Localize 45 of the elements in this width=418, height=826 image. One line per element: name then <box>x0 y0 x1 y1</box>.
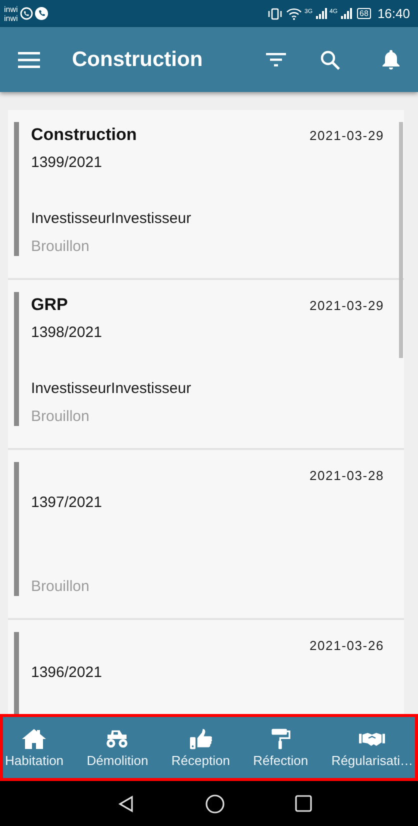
screen-title: Construction <box>72 48 204 72</box>
home-icon[interactable] <box>204 794 224 814</box>
record-card[interactable]: 2021-03-26 1396/2021 <box>8 620 404 714</box>
search-icon <box>320 50 340 70</box>
record-date: 2021-03-29 <box>310 298 384 312</box>
record-date: 2021-03-29 <box>310 128 384 142</box>
chat-icon <box>20 7 33 20</box>
thumbs-up-icon <box>188 728 214 750</box>
record-status: Brouillon <box>31 578 90 594</box>
bell-icon <box>382 49 400 70</box>
nav-tab[interactable]: Régularisati… <box>331 728 413 768</box>
record-status: Brouillon <box>31 238 90 254</box>
record-number: 1396/2021 <box>31 664 102 680</box>
battery-level: 68 <box>356 8 372 19</box>
menu-icon <box>18 52 40 68</box>
record-title: GRP <box>31 295 68 315</box>
record-number: 1399/2021 <box>31 154 102 170</box>
house-icon <box>21 728 48 750</box>
nav-tab[interactable]: Démolition <box>86 728 148 768</box>
phone-icon <box>34 7 48 20</box>
record-title: Construction <box>31 125 137 145</box>
record-status: Brouillon <box>31 408 90 424</box>
record-date: 2021-03-26 <box>310 638 384 652</box>
carrier-name: inwi <box>4 14 18 22</box>
filter-icon <box>266 52 286 66</box>
record-number: 1398/2021 <box>31 324 102 340</box>
record-date: 2021-03-28 <box>310 468 384 482</box>
nav-tab[interactable]: Réception <box>171 728 230 768</box>
clock: 16:40 <box>377 6 410 21</box>
wifi-icon <box>286 8 302 20</box>
record-investor: InvestisseurInvestisseur <box>31 380 192 396</box>
back-icon[interactable] <box>116 794 134 812</box>
nav-tab[interactable]: Habitation <box>5 728 64 768</box>
vibrate-icon <box>266 8 283 20</box>
truck-icon <box>104 728 130 750</box>
record-card[interactable]: 2021-03-28 1397/2021 Brouillon <box>8 450 404 620</box>
signal-icon <box>340 8 352 19</box>
carrier-name: inwi <box>4 4 18 14</box>
recents-icon[interactable] <box>294 795 312 812</box>
record-card[interactable]: Construction 2021-03-29 1399/2021 InvestisseurInvestisseur Brouillon <box>8 110 404 280</box>
record-number: 1397/2021 <box>31 494 102 510</box>
record-card[interactable]: GRP 2021-03-29 1398/2021 InvestisseurInvestisseur Brouillon <box>8 280 404 450</box>
record-investor: InvestisseurInvestisseur <box>31 210 192 226</box>
nav-tab[interactable]: Réfection <box>253 728 308 768</box>
signal-icon <box>316 8 327 19</box>
